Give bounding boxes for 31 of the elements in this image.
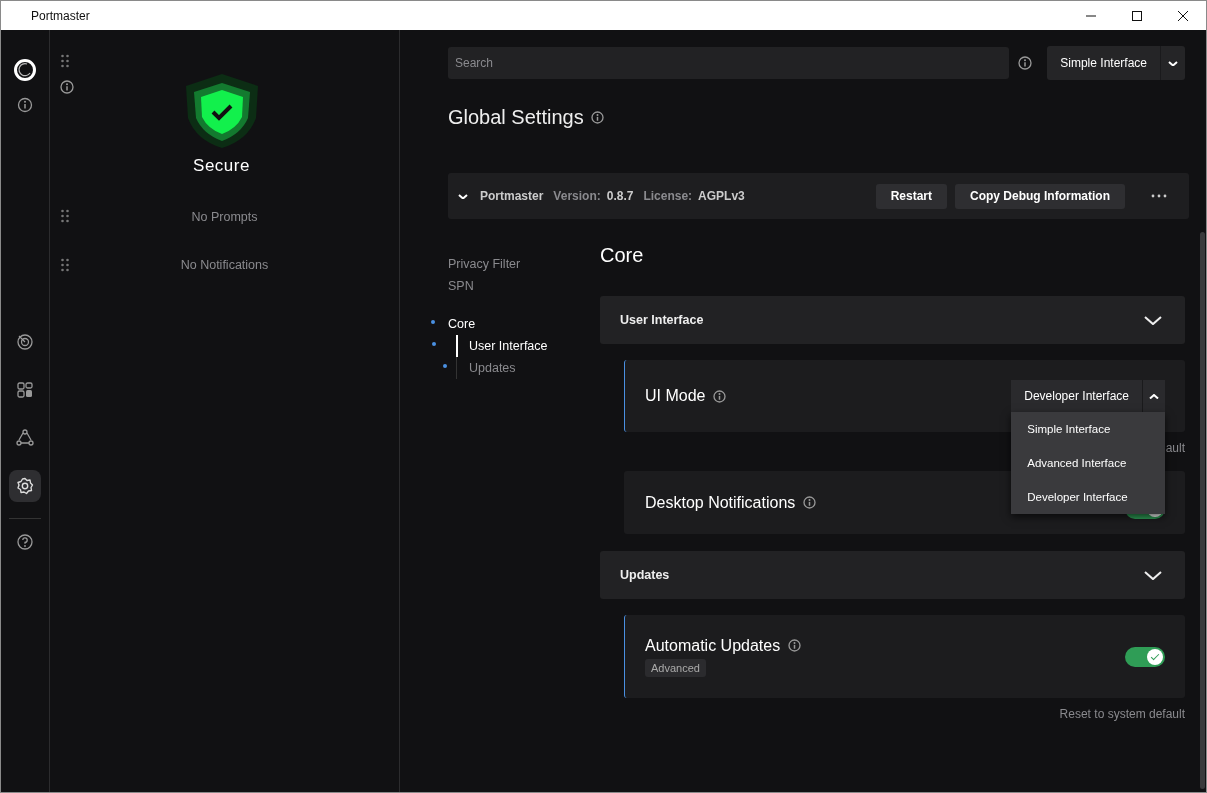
nav-link[interactable]: SPN bbox=[448, 279, 474, 293]
version-value: 0.8.7 bbox=[606, 189, 634, 203]
mode-dropdown[interactable]: Simple Interface bbox=[1047, 46, 1185, 80]
license-value: AGPLv3 bbox=[698, 189, 745, 203]
reset-link[interactable]: Reset to system default bbox=[1059, 707, 1185, 721]
search-field[interactable]: Search bbox=[448, 47, 1010, 79]
reset-link[interactable]: ault bbox=[1165, 441, 1185, 455]
app-name: Portmaster bbox=[480, 189, 544, 203]
menu-option[interactable]: Developer Interface bbox=[1011, 480, 1165, 514]
menu-option[interactable]: Advanced Interface bbox=[1011, 446, 1165, 480]
advanced-tag: Advanced bbox=[645, 658, 706, 677]
section-heading: Core bbox=[600, 243, 644, 267]
category-header[interactable]: User Interface bbox=[600, 296, 1185, 344]
category-header[interactable]: Updates bbox=[600, 551, 1185, 599]
status-text: Secure bbox=[193, 156, 250, 176]
license-label: License: bbox=[643, 189, 693, 203]
setting-title: UI Mode bbox=[645, 387, 706, 405]
nav-link[interactable]: Updates bbox=[469, 361, 516, 375]
window-title: Portmaster bbox=[31, 8, 91, 23]
prompts-status: No Prompts bbox=[191, 210, 258, 224]
setting-title: Desktop Notifications bbox=[645, 493, 796, 512]
menu-option[interactable]: Simple Interface bbox=[1011, 412, 1165, 446]
action-button[interactable]: Copy Debug Information bbox=[955, 183, 1125, 209]
notifications-status: No Notifications bbox=[180, 258, 269, 272]
setting-title: Automatic Updates bbox=[645, 636, 781, 655]
nav-link[interactable]: User Interface bbox=[469, 339, 548, 353]
version-label: Version: bbox=[553, 189, 601, 203]
page-title: Global Settings bbox=[448, 105, 584, 129]
nav-link[interactable]: Privacy Filter bbox=[448, 257, 521, 271]
action-button[interactable]: Restart bbox=[875, 183, 947, 209]
nav-link[interactable]: Core bbox=[448, 317, 476, 331]
